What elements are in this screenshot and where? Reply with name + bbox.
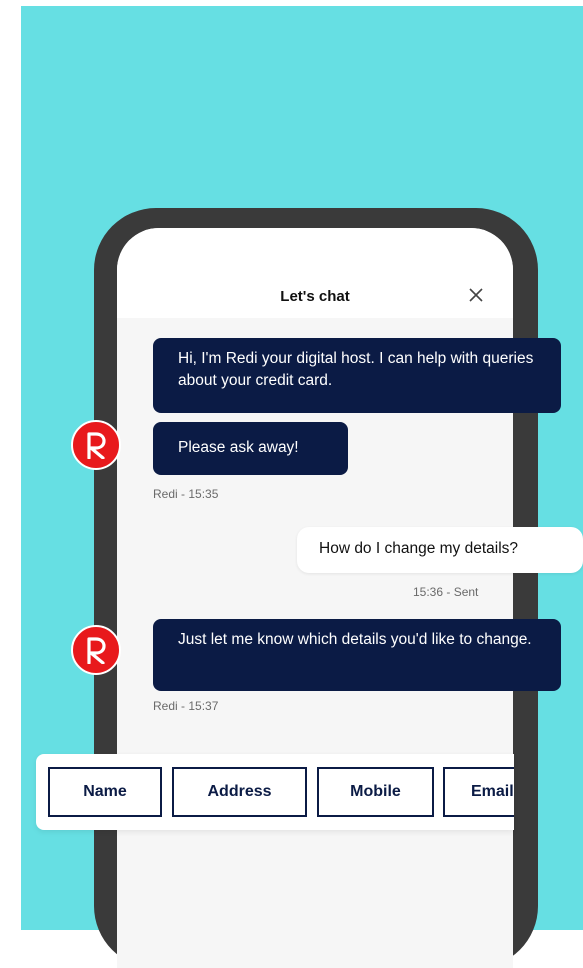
quick-reply-bar: Name Address Mobile Email [36,754,514,830]
message-meta: Redi - 15:35 [153,487,219,501]
close-icon [469,288,483,302]
chip-address[interactable]: Address [172,767,307,817]
user-message: How do I change my details? [297,527,583,573]
bot-avatar [71,625,121,675]
chat-title: Let's chat [280,288,350,305]
bot-avatar [71,420,121,470]
bot-message: Just let me know which details you'd lik… [153,619,561,691]
chip-name[interactable]: Name [48,767,162,817]
chip-email[interactable]: Email [443,767,514,817]
close-button[interactable] [465,284,487,306]
chip-mobile[interactable]: Mobile [317,767,434,817]
bot-message: Please ask away! [153,422,348,475]
redi-logo-icon [87,432,106,459]
chat-header: Let's chat [117,228,513,318]
message-meta: 15:36 - Sent [413,585,479,599]
message-meta: Redi - 15:37 [153,699,219,713]
bot-message: Hi, I'm Redi your digital host. I can he… [153,338,561,413]
redi-logo-icon [87,637,106,664]
